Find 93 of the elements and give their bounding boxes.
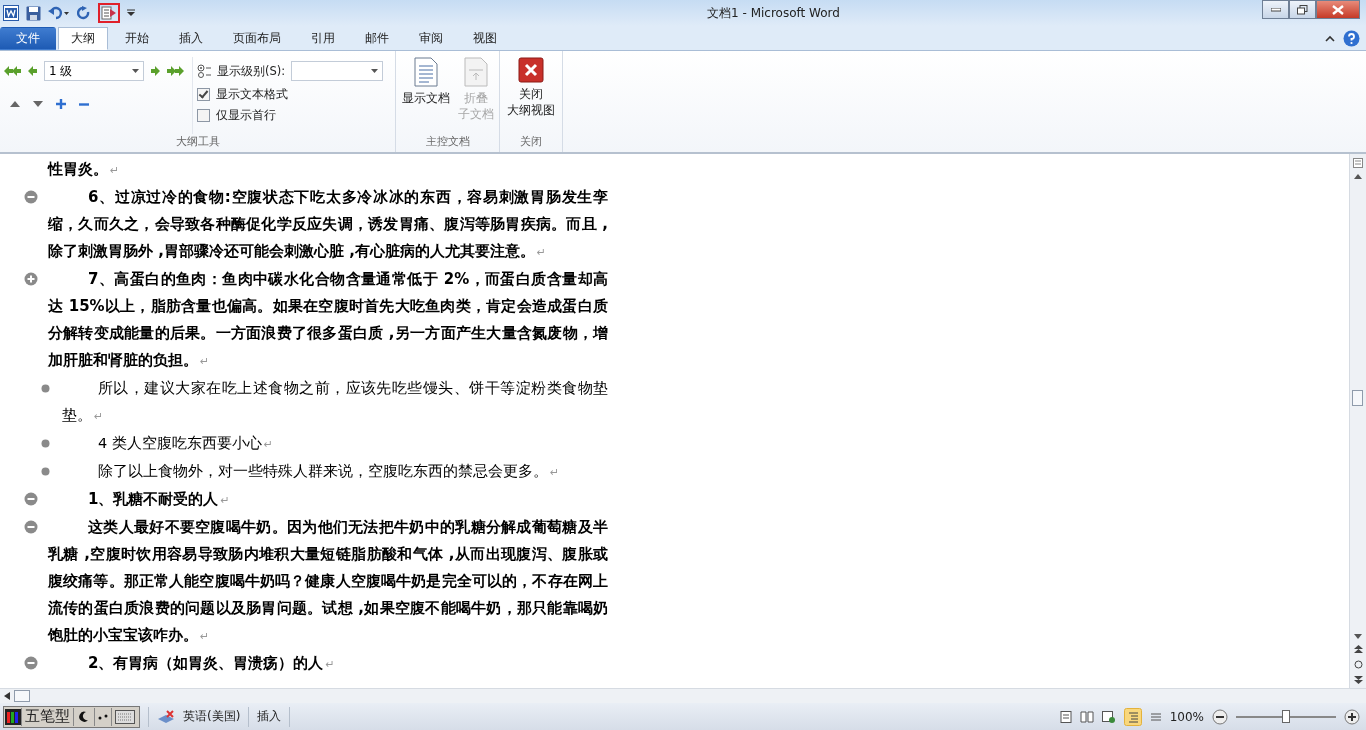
zoom-level[interactable]: 100% [1169,709,1204,724]
caret-icon [132,69,139,73]
ribbon-tab[interactable]: 开始 [112,27,162,50]
outline-paragraph: 4 类人空腹吃东西要小心↵ [97,434,275,453]
checkbox[interactable] [197,88,210,101]
checkbox-label[interactable]: 仅显示首行 [216,108,276,123]
group-label: 大纲工具 [174,134,221,150]
outline-paragraph: 2、有胃病（如胃炎、胃溃疡）的人↵ [87,653,336,674]
restore-icon [1297,4,1308,15]
collapse-ribbon-icon[interactable] [1325,34,1335,42]
ribbon-tab[interactable]: 视图 [460,27,510,50]
ribbon-tab[interactable]: 页面布局 [220,27,294,50]
close-outline-view-button[interactable]: 关闭 大纲视图 [506,55,556,134]
collapse-minus-icon[interactable] [79,102,89,106]
plus-circle-icon[interactable] [24,272,38,286]
web-layout-view-icon[interactable] [1101,710,1116,723]
outline-paragraph: 1、乳糖不耐受的人↵ [87,489,231,510]
browse-object-icon[interactable] [1353,660,1363,669]
scrollbar-thumb[interactable] [14,690,30,702]
ribbon-tab[interactable]: 引用 [298,27,348,50]
caret-icon [371,69,379,73]
minus-circle-icon[interactable] [24,520,38,534]
right-arrow-icon[interactable] [150,66,160,76]
bullet-icon[interactable] [41,384,50,393]
left-arrow-icon[interactable] [28,66,38,76]
minus-circle-icon[interactable] [24,492,38,506]
minimize-icon [1270,7,1281,12]
restore-button[interactable] [1289,0,1316,19]
document-icon [413,57,438,87]
dots-icon [98,713,108,720]
zoom-slider-thumb[interactable] [1282,709,1290,723]
master-document-button[interactable]: 显示文档 [400,55,451,134]
scroll-left-icon[interactable] [4,692,10,700]
show-level-icon [197,64,211,78]
minus-circle-icon[interactable] [24,656,38,670]
ruler-icon[interactable] [1353,158,1363,168]
scroll-down-icon[interactable] [1354,634,1362,639]
outline-level-dropdown[interactable]: 1 级 [44,61,144,81]
outline-paragraph: 性胃炎。↵ [48,159,121,180]
minimize-button[interactable] [1262,0,1289,19]
checkbox-label[interactable]: 显示文本格式 [216,87,288,102]
expand-plus-icon[interactable] [56,99,66,109]
group-label: 主控文档 [424,134,471,150]
close-button[interactable] [1316,0,1360,19]
minus-circle-icon[interactable] [24,190,38,204]
print-layout-view-icon[interactable] [1059,710,1072,723]
input-method-label[interactable]: 五笔型 [21,707,73,726]
help-icon[interactable] [1343,29,1360,47]
outline-view-icon[interactable] [98,3,120,23]
ribbon-tab[interactable]: 邮件 [352,27,402,50]
vertical-scrollbar[interactable] [1349,154,1366,688]
undo-icon[interactable] [48,6,70,20]
bullet-icon[interactable] [41,439,50,448]
move-up-icon[interactable] [10,101,20,107]
outline-view-icon[interactable] [1123,707,1142,726]
redo-icon[interactable] [77,6,91,20]
close-icon [518,57,544,83]
zoom-in-icon[interactable] [1344,708,1360,725]
double-left-arrow-icon[interactable] [4,66,22,76]
outline-paragraph: 除了以上食物外，对一些特殊人群来说，空腹吃东西的禁忌会更多。↵ [97,462,561,481]
scrollbar-thumb[interactable] [1352,390,1363,406]
ribbon-tab[interactable]: 大纲 [58,27,108,50]
show-level-label: 显示级别(S): [217,63,286,79]
outline-paragraph: 6、过凉过冷的食物:空腹状态下吃太多冷冰冰的东西，容易刺激胃肠发生孪缩，久而久之，会导致各种酶促化学反应失调，诱发胃痛、腹泻等肠胃疾病。而且 ,除了刺激胃肠外 ,胃部骤冷还可能会刺激心脏 ,有心脏病的人尤其要注意。↵ [48,187,608,262]
language-status[interactable]: 英语(美国) [183,708,241,725]
word-logo-icon[interactable] [3,5,19,21]
outline-paragraph: 这类人最好不要空腹喝牛奶。因为他们无法把牛奶中的乳糖分解成葡萄糖及半乳糖 ,空腹时饮用容易导致肠内堆积大量短链脂肪酸和气体 ,从而出现腹泻、腹胀或腹绞痛等。那正常人能空腹喝牛奶吗？健康人空腹喝牛奶是完全可以的，不存在网上流传的蛋白质浪费的问题以及肠胃问题。试想 ,如果空腹不能喝牛奶，那只能靠喝奶饱肚的小宝宝该咋办。↵ [48,517,608,646]
scroll-up-icon[interactable] [1354,174,1362,179]
soft-keyboard-button[interactable] [111,707,138,726]
zoom-out-icon[interactable] [1212,708,1228,725]
customize-caret-icon[interactable] [127,9,135,17]
group-label: 关闭 [519,134,543,150]
outline-paragraph: 7、高蛋白的鱼肉：鱼肉中碳水化合物含量通常低于 2%，而蛋白质含量却高达 15%以上，脂肪含量也偏高。如果在空腹时首先大吃鱼肉类，肯定会造成蛋白质分解转变成能量的后果。一方面浪费了很多蛋白质 ,另一方面产生大量含氮废物，增加肝脏和肾脏的负担。↵ [48,269,608,371]
keyboard-icon [115,709,135,724]
reading-view-icon[interactable] [1079,710,1094,723]
document-icon [463,57,488,87]
save-icon[interactable] [26,5,41,21]
proofing-icon[interactable] [157,708,175,725]
ribbon-tab[interactable]: 审阅 [406,27,456,50]
ribbon-tab[interactable]: 插入 [166,27,216,50]
window-title: 文档1 - Microsoft Word [707,4,840,22]
next-page-icon[interactable] [1353,675,1363,684]
close-icon [1332,4,1344,15]
horizontal-scrollbar[interactable] [0,688,1366,703]
move-down-icon[interactable] [33,101,43,107]
checkbox[interactable] [197,109,210,122]
double-right-arrow-icon[interactable] [166,66,184,76]
insert-mode-status[interactable]: 插入 [257,708,282,725]
outline-paragraph: 所以，建议大家在吃上述食物之前，应该先吃些馒头、饼干等淀粉类食物垫垫。↵ [62,379,608,425]
bullet-icon[interactable] [41,467,50,476]
file-tab[interactable]: 文件 [0,27,56,50]
previous-page-icon[interactable] [1353,645,1363,654]
ime-logo-icon[interactable] [5,708,21,725]
